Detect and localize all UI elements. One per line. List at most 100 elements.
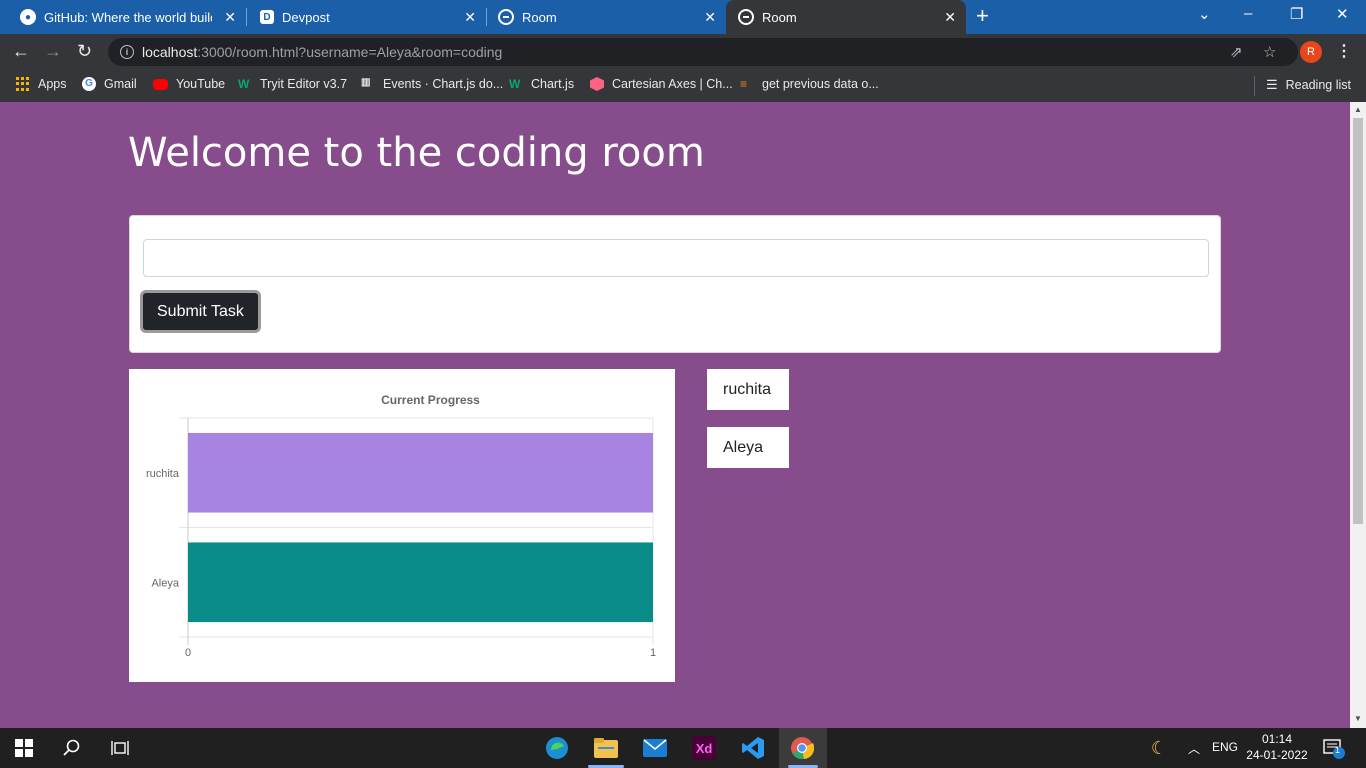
restore-icon[interactable]: ❐ [1290,5,1303,23]
bookmarks-divider [1254,76,1255,96]
tab-title: GitHub: Where the world builds s [44,9,212,25]
task-input[interactable] [143,239,1209,277]
close-icon[interactable]: ✕ [464,9,476,25]
progress-chart-card: Current Progress 0 1 ruchita Aleya [129,369,675,682]
language-indicator[interactable]: ENG [1212,740,1238,754]
bookmark-label: Events · Chart.js do... [383,77,504,91]
window-close-icon[interactable]: ✕ [1336,5,1349,23]
system-clock[interactable]: 01:14 24-01-2022 [1244,731,1310,763]
bookmark-apps[interactable]: Apps [16,77,67,91]
bookmark-label: Gmail [104,77,137,91]
reading-list-label: Reading list [1285,78,1351,92]
globe-icon [738,9,754,25]
bookmark-cartesian-axes[interactable]: Cartesian Axes | Ch... [590,77,733,91]
browser-toolbar: ← → ↻ i localhost:3000/room.html?usernam… [0,34,1366,70]
chart-title: Current Progress [381,393,480,407]
scroll-up-icon[interactable]: ▲ [1354,105,1362,114]
tab-devpost[interactable]: D Devpost ✕ [246,0,486,34]
bookmark-label: YouTube [176,77,226,91]
task-view-icon[interactable] [108,736,132,760]
address-bar[interactable]: i localhost:3000/room.html?username=Aley… [108,38,1298,66]
scroll-down-icon[interactable]: ▼ [1354,714,1362,723]
adobe-xd-icon[interactable]: Xd [692,736,716,760]
forward-icon[interactable]: → [44,40,62,62]
user-chip-ruchita: ruchita [707,369,789,410]
new-tab-icon[interactable]: + [976,5,989,27]
page-title: Welcome to the coding room [128,130,705,176]
info-icon[interactable]: i [120,45,134,59]
url-text[interactable]: localhost:3000/room.html?username=Aleya&… [142,44,502,60]
bookmark-label: Cartesian Axes | Ch... [612,77,733,91]
url-host: localhost [142,44,198,60]
bookmark-label: get previous data o... [762,77,879,91]
w3schools-icon: W [238,77,250,91]
search-icon[interactable] [60,736,84,760]
bookmarks-bar: Apps G Gmail YouTube W Tryit Editor v3.7… [0,70,1366,102]
task-form-card: Submit Task [129,215,1221,353]
chart-bar [188,542,653,623]
bookmark-stackoverflow[interactable]: ≡ get previous data o... [740,77,879,91]
close-icon[interactable]: ✕ [944,9,956,25]
bookmark-chartjs-events[interactable]: ▥ Events · Chart.js do... [361,77,503,91]
youtube-icon [153,78,168,90]
file-explorer-icon[interactable] [594,736,618,760]
chart-tick-label: 0 [185,647,191,659]
windows-taskbar: Xd ☾ ︿ ENG 01:14 24-01-2022 1 [0,728,1366,768]
notification-count: 1 [1335,745,1341,755]
mail-icon[interactable] [643,736,667,760]
chart-category-label: Aleya [151,577,179,589]
vscode-icon[interactable] [741,736,765,760]
clock-date: 24-01-2022 [1246,748,1308,762]
w3schools-icon: W [509,77,521,91]
close-icon[interactable]: ✕ [704,9,716,25]
clock-time: 01:14 [1261,732,1293,746]
bookmark-gmail[interactable]: G Gmail [82,77,137,91]
bookmark-tryit[interactable]: W Tryit Editor v3.7 [238,77,347,91]
minimize-icon[interactable]: – [1244,5,1252,22]
tab-strip: ● GitHub: Where the world builds s ✕ D D… [0,0,1366,34]
bookmark-label: Apps [38,77,67,91]
url-path: :3000/room.html?username=Aleya&room=codi… [197,44,503,60]
google-icon: G [82,77,96,91]
chart-tick-label: 1 [650,647,656,659]
edge-icon[interactable] [545,736,569,760]
chart-category-label: ruchita [146,468,180,480]
reading-list-icon: ☰ [1266,77,1278,92]
bookmark-label: Chart.js [531,77,575,91]
chart-bar [188,432,653,513]
submit-task-button[interactable]: Submit Task [140,290,261,333]
bookmark-label: Tryit Editor v3.7 [260,77,348,91]
tab-search-icon[interactable]: ⌄ [1198,5,1211,23]
notification-center-icon[interactable]: 1 [1322,736,1346,760]
bookmark-star-icon[interactable]: ☆ [1263,43,1276,61]
tab-title: Room [522,9,557,25]
windows-start-icon[interactable] [12,736,36,760]
bookmark-youtube[interactable]: YouTube [153,77,225,91]
kebab-menu-icon[interactable]: ⋮ [1336,41,1352,61]
user-chip-aleya: Aleya [707,427,789,468]
tab-github[interactable]: ● GitHub: Where the world builds s ✕ [0,0,246,34]
apps-grid-icon [16,77,30,91]
progress-chart: Current Progress 0 1 ruchita Aleya [146,393,656,659]
reading-list-button[interactable]: ☰ Reading list [1266,77,1351,93]
scroll-thumb[interactable] [1353,118,1363,524]
tab-title: Devpost [282,9,330,25]
chrome-active-highlight [779,728,827,768]
tab-room-active[interactable]: Room ✕ [726,0,966,34]
github-icon: ● [20,9,36,25]
close-icon[interactable]: ✕ [224,9,236,25]
bookmark-chartjs[interactable]: W Chart.js [509,77,574,91]
globe-icon [498,9,514,25]
reload-icon[interactable]: ↻ [77,40,92,62]
stackoverflow-icon: ≡ [740,77,748,91]
tab-room[interactable]: Room ✕ [486,0,726,34]
weather-moon-icon[interactable]: ☾ [1147,736,1171,760]
chartjs-icon [590,77,604,91]
page-scrollbar[interactable]: ▲ ▼ [1350,102,1366,728]
page-content: Welcome to the coding room Submit Task C… [0,102,1350,728]
share-icon[interactable]: ⇗ [1230,43,1243,61]
profile-avatar[interactable]: R [1300,41,1322,63]
show-hidden-icons-icon[interactable]: ︿ [1182,736,1206,760]
back-icon[interactable]: ← [12,40,30,62]
devpost-icon: D [260,10,274,24]
